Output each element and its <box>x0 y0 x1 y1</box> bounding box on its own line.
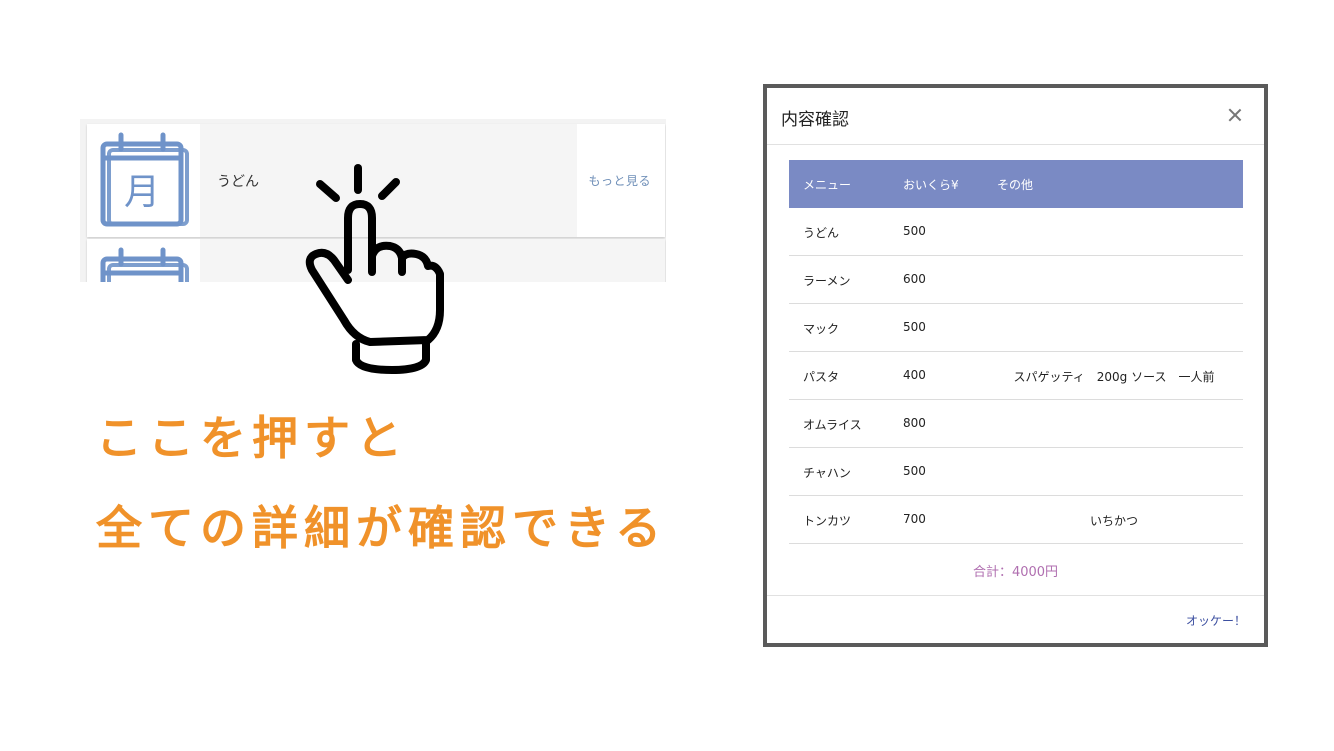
cell-menu: チャハン <box>803 466 851 480</box>
item-thumbnail <box>87 239 200 282</box>
modal-header: 内容確認 <box>767 88 1264 145</box>
column-header-menu: メニュー <box>803 178 852 192</box>
cell-other: スパゲッティ 200g ソース 一人前 <box>1013 370 1215 384</box>
cell-price: 500 <box>903 320 926 334</box>
item-title: うどん <box>217 174 259 190</box>
item-thumbnail: 月 <box>87 124 200 237</box>
column-header-price: おいくら¥ <box>903 178 959 192</box>
pointing-hand-icon <box>305 164 444 374</box>
column-header-other: その他 <box>997 178 1034 192</box>
table-row: うどん 500 <box>789 208 1243 256</box>
cell-menu: うどん <box>803 226 840 240</box>
cell-price: 500 <box>903 464 926 478</box>
cell-price: 400 <box>903 368 926 382</box>
cell-price: 700 <box>903 512 926 526</box>
caption-line-2: 全ての詳細が確認できる <box>96 501 668 555</box>
cell-menu: パスタ <box>803 370 840 384</box>
calendar-icon: 月 <box>100 132 189 227</box>
cell-menu: オムライス <box>803 418 862 432</box>
table-row: オムライス 800 <box>789 400 1243 448</box>
cell-menu: マック <box>803 322 840 336</box>
caption-line-1: ここを押すと <box>96 411 408 465</box>
ok-button[interactable]: オッケー！ <box>1186 612 1246 629</box>
cell-price: 600 <box>903 272 926 286</box>
table-row: パスタ 400 スパゲッティ 200g ソース 一人前 <box>789 352 1243 400</box>
close-icon[interactable] <box>1224 105 1246 127</box>
total-amount: 合計：4000円 <box>972 565 1059 580</box>
cell-menu: トンカツ <box>803 514 852 528</box>
table-row: チャハン 500 <box>789 448 1243 496</box>
svg-text:月: 月 <box>124 172 160 213</box>
cell-menu: ラーメン <box>803 274 851 288</box>
calendar-icon <box>100 247 189 282</box>
more-area: もっと見る <box>577 124 665 237</box>
menu-table: メニュー おいくら¥ その他 うどん 500 ラーメン 600 マック 500 … <box>789 160 1243 544</box>
cell-price: 500 <box>903 224 926 238</box>
cell-price: 800 <box>903 416 926 430</box>
more-link[interactable]: もっと見る <box>588 172 651 189</box>
table-row: トンカツ 700 いちかつ <box>789 496 1243 544</box>
modal-title: 内容確認 <box>781 110 849 130</box>
cell-other: いちかつ <box>1089 514 1138 528</box>
confirm-modal: 内容確認 メニュー おいくら¥ その他 うどん 500 ラーメン 600 マック… <box>767 88 1264 643</box>
modal-footer: オッケー！ <box>767 595 1264 644</box>
table-row: ラーメン 600 <box>789 256 1243 304</box>
table-header: メニュー おいくら¥ その他 <box>789 160 1243 208</box>
table-row: マック 500 <box>789 304 1243 352</box>
